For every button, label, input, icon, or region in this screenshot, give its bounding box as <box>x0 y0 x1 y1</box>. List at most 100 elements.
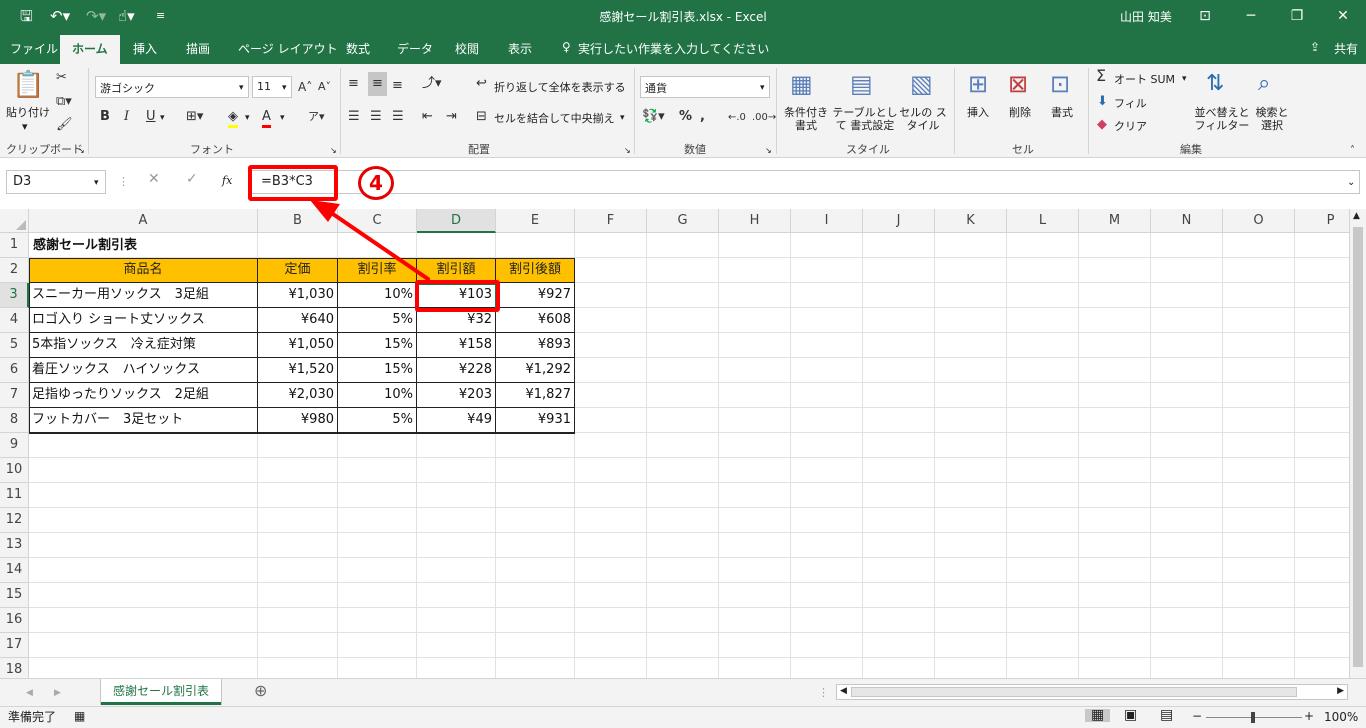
grow-font-icon[interactable]: A˄ <box>298 79 312 95</box>
chevron-down-icon[interactable]: ▾ <box>760 82 765 95</box>
column-header-h[interactable]: H <box>719 209 791 233</box>
wrap-text-icon[interactable]: ↩ <box>476 76 487 92</box>
conditional-formatting-icon[interactable]: ▦ <box>790 70 813 98</box>
fill-color-icon[interactable]: ◈ <box>228 109 238 128</box>
zoom-in-icon[interactable]: + <box>1304 710 1314 723</box>
merge-center-button[interactable]: セルを結合して中央揃え <box>494 112 615 125</box>
scroll-thumb-horizontal[interactable] <box>851 687 1297 697</box>
tab-insert[interactable]: 挿入 <box>133 40 157 57</box>
column-header-k[interactable]: K <box>935 209 1007 233</box>
scroll-right-icon[interactable]: ▶ <box>1337 686 1344 696</box>
merge-center-icon[interactable]: ⊟ <box>476 109 487 125</box>
column-header-i[interactable]: I <box>791 209 863 233</box>
name-box[interactable]: D3 <box>6 170 106 194</box>
paste-dropdown-icon[interactable]: ▾ <box>22 120 28 133</box>
paste-button[interactable]: 貼り付け <box>6 106 50 119</box>
split-handle-icon[interactable]: ⋮ <box>818 686 829 699</box>
minimize-button[interactable]: ─ <box>1236 4 1266 28</box>
fill-icon[interactable]: ⬇ <box>1097 94 1108 110</box>
format-cells-button[interactable]: 書式 <box>1051 106 1073 119</box>
prev-sheet-icon[interactable]: ◀ <box>26 687 33 700</box>
row-header-15[interactable]: 15 <box>0 583 29 608</box>
zoom-out-icon[interactable]: − <box>1192 710 1202 723</box>
spreadsheet-grid[interactable]: ABCDEFGHIJKLMNOP 1 2 3 4 5 6 7 8 9 10 11 12 13 14 15 16… <box>0 209 1366 678</box>
expand-formula-icon[interactable]: ⌄ <box>1347 176 1355 189</box>
scroll-up-icon[interactable]: ▲ <box>1353 211 1360 221</box>
underline-button[interactable]: U <box>146 109 156 125</box>
sheet-title-cell[interactable]: 感謝セール割引表 <box>30 234 140 259</box>
chevron-down-icon[interactable]: ▾ <box>94 177 99 190</box>
format-as-table-icon[interactable]: ▤ <box>850 70 873 98</box>
tab-formulas[interactable]: 数式 <box>346 40 370 57</box>
orientation-icon[interactable]: ⤴▾ <box>422 76 442 92</box>
align-middle-icon[interactable]: ≡ <box>368 72 387 96</box>
wrap-text-button[interactable]: 折り返して全体を表示する <box>494 81 626 94</box>
scroll-thumb[interactable] <box>1353 227 1363 667</box>
decrease-decimal-icon[interactable]: .00→ <box>752 110 776 126</box>
cancel-icon[interactable]: ✕ <box>148 172 160 186</box>
cell-styles-icon[interactable]: ▧ <box>910 70 933 98</box>
ribbon-display-icon[interactable]: ⊡ <box>1190 4 1220 28</box>
cell-styles-button[interactable]: セルの スタイル <box>898 106 948 132</box>
copy-icon[interactable]: ⧉▾ <box>56 94 72 110</box>
horizontal-scrollbar[interactable]: ◀ ▶ <box>836 684 1348 700</box>
page-break-view-icon[interactable]: ▤ <box>1160 708 1173 722</box>
column-header-n[interactable]: N <box>1151 209 1223 233</box>
find-select-button[interactable]: 検索と 選択 <box>1254 106 1290 132</box>
column-header-d[interactable]: D <box>417 209 496 233</box>
column-header-b[interactable]: B <box>258 209 338 233</box>
sheet-tab-active[interactable]: 感謝セール割引表 <box>101 679 221 705</box>
row-header-6[interactable]: 6 <box>0 358 29 383</box>
row-header-9[interactable]: 9 <box>0 433 29 458</box>
row-header-2[interactable]: 2 <box>0 258 29 283</box>
row-header-12[interactable]: 12 <box>0 508 29 533</box>
clear-button[interactable]: クリア <box>1114 120 1147 133</box>
fill-button[interactable]: フィル <box>1114 97 1147 110</box>
sort-filter-icon[interactable]: ⇅ <box>1206 70 1224 98</box>
align-left-icon[interactable]: ☰ <box>348 109 360 125</box>
delete-cells-icon[interactable]: ⊠ <box>1008 70 1028 98</box>
scroll-left-icon[interactable]: ◀ <box>840 686 847 696</box>
column-header-l[interactable]: L <box>1007 209 1079 233</box>
next-sheet-icon[interactable]: ▶ <box>54 687 61 700</box>
phonetic-icon[interactable]: ア▾ <box>308 109 325 125</box>
row-header-1[interactable]: 1 <box>0 233 29 258</box>
column-header-f[interactable]: F <box>575 209 647 233</box>
row-header-8[interactable]: 8 <box>0 408 29 433</box>
borders-icon[interactable]: ⊞▾ <box>186 109 203 125</box>
chevron-down-icon[interactable]: ▾ <box>160 112 165 125</box>
tab-review[interactable]: 校閲 <box>455 40 479 57</box>
formula-input[interactable]: =B3*C3 <box>248 170 1360 194</box>
column-header-e[interactable]: E <box>496 209 575 233</box>
align-bottom-icon[interactable]: ≡ <box>392 78 403 94</box>
shrink-font-icon[interactable]: A˅ <box>318 79 331 95</box>
zoom-slider-thumb[interactable] <box>1251 712 1255 723</box>
column-header-c[interactable]: C <box>338 209 417 233</box>
insert-function-button[interactable]: fx <box>222 174 232 187</box>
autosum-button[interactable]: オート SUM <box>1114 73 1175 86</box>
row-header-13[interactable]: 13 <box>0 533 29 558</box>
number-launcher-icon[interactable]: ↘ <box>765 144 772 157</box>
column-header-o[interactable]: O <box>1223 209 1295 233</box>
insert-cells-icon[interactable]: ⊞ <box>968 70 988 98</box>
row-header-10[interactable]: 10 <box>0 458 29 483</box>
row-header-18[interactable]: 18 <box>0 658 29 678</box>
row-header-16[interactable]: 16 <box>0 608 29 633</box>
row-header-7[interactable]: 7 <box>0 383 29 408</box>
zoom-level[interactable]: 100% <box>1324 711 1358 724</box>
number-format-select[interactable]: 通貨 <box>640 76 770 98</box>
column-header-m[interactable]: M <box>1079 209 1151 233</box>
format-as-table-button[interactable]: テーブルとして 書式設定 <box>830 106 900 132</box>
bold-button[interactable]: B <box>100 109 110 125</box>
font-name-select[interactable]: 游ゴシック <box>95 76 249 98</box>
font-color-icon[interactable]: A <box>262 109 271 128</box>
collapse-ribbon-icon[interactable]: ˄ <box>1350 144 1355 157</box>
align-top-icon[interactable]: ≡ <box>348 76 359 92</box>
currency-icon[interactable]: 💱▾ <box>642 109 665 125</box>
row-header-14[interactable]: 14 <box>0 558 29 583</box>
format-cells-icon[interactable]: ⊡ <box>1050 70 1070 98</box>
format-painter-icon[interactable]: 🖌 <box>56 117 73 133</box>
autosum-icon[interactable]: Σ <box>1096 68 1106 84</box>
cut-icon[interactable]: ✂ <box>56 70 67 86</box>
chevron-down-icon[interactable]: ▾ <box>245 112 250 125</box>
